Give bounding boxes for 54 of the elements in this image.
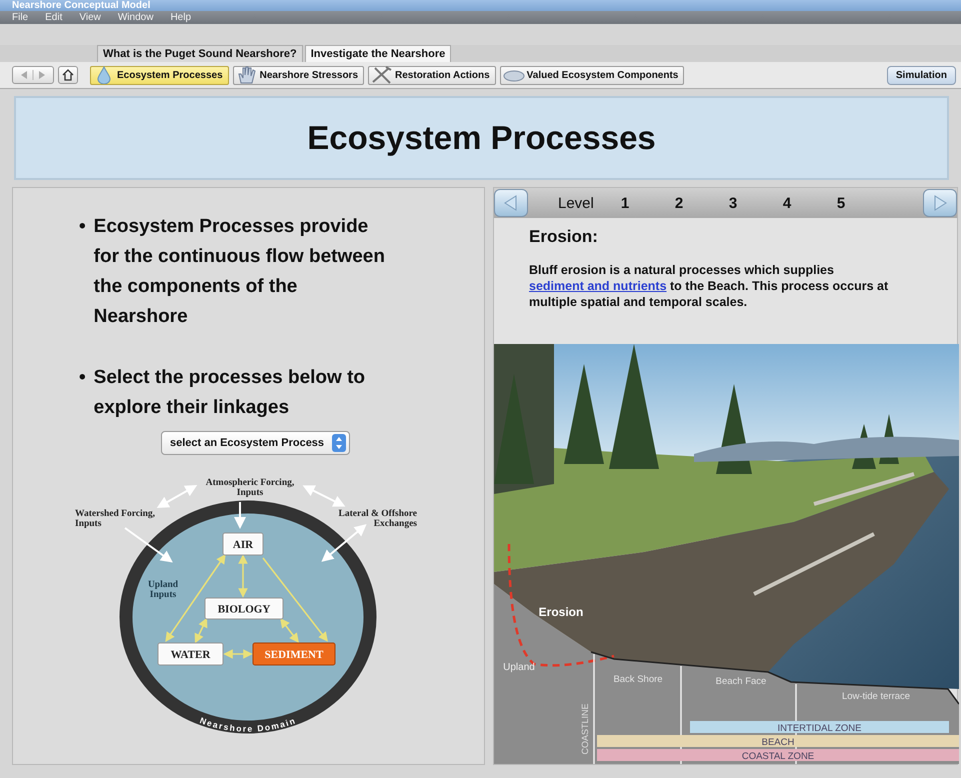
arrow — [238, 554, 248, 598]
arrow — [302, 485, 346, 507]
process-select[interactable]: select an Ecosystem Process — [160, 431, 350, 455]
upland-label: Upland — [503, 662, 535, 673]
zone-label: Beach Face — [716, 676, 766, 687]
sediment-link[interactable]: sediment and nutrients — [529, 279, 667, 293]
process-node[interactable]: BIOLOGY — [204, 598, 284, 620]
window-title: Nearshore Conceptual Model — [0, 0, 961, 11]
menu-item[interactable]: Window — [118, 12, 154, 23]
section-tab[interactable]: What is the Puget Sound Nearshore? — [97, 45, 303, 62]
topic-description: Bluff erosion is a natural processes which supplies sediment and nutrients to the Beach. This process occurs at multiple spatial and temporal scales. — [529, 262, 890, 310]
topic-tab[interactable]: Valued Ecosystem Components — [500, 66, 684, 84]
topic-tab[interactable]: Ecosystem Processes — [90, 66, 229, 84]
arrow — [234, 502, 246, 529]
menu-item[interactable]: View — [79, 12, 101, 23]
erosion-label: Erosion — [538, 605, 584, 619]
simulation-button[interactable]: Simulation — [886, 66, 956, 84]
zone-band: INTERTIDAL ZONE — [690, 721, 949, 734]
bullet-marker: • — [79, 366, 86, 390]
bullet-text: Ecosystem Processes provide for the continuous flow between the components of the Nearshore — [94, 215, 386, 329]
page-title: Ecosystem Processes — [307, 119, 656, 157]
crossed-tools-icon — [371, 66, 394, 84]
arrow — [223, 649, 253, 659]
previous-button[interactable] — [494, 189, 528, 217]
menu-item[interactable]: Edit — [45, 12, 62, 23]
stepper-icon — [332, 434, 346, 452]
process-node[interactable]: WATER — [158, 642, 224, 666]
process-node[interactable]: AIR — [222, 532, 264, 556]
topic-heading: Erosion: — [529, 227, 599, 247]
home-icon[interactable] — [58, 66, 78, 84]
level-label: Level — [558, 194, 594, 212]
level-number[interactable]: 2 — [674, 194, 729, 212]
bullet-text: Select the processes below to explore their linkages — [94, 366, 366, 420]
zone-band: COASTAL ZONE — [597, 749, 959, 762]
diagram-label: Atmospheric Forcing, Inputs — [206, 478, 294, 498]
diagram-label: Watershed Forcing, Inputs — [75, 509, 156, 529]
bullet-marker: • — [79, 215, 86, 239]
hand-icon — [236, 66, 258, 84]
zone-label: Low-tide terrace — [842, 691, 910, 702]
zone-band: BEACH — [597, 735, 959, 748]
diagram-label: Upland Inputs — [148, 580, 178, 600]
level-number[interactable]: 5 — [836, 194, 891, 212]
section-tab[interactable]: Investigate the Nearshore — [304, 45, 452, 62]
arrow — [156, 485, 198, 508]
coastline-label: COASTLINE — [580, 704, 590, 754]
menu-item[interactable]: Help — [170, 12, 192, 23]
level-number[interactable]: 1 — [620, 194, 675, 212]
topic-tab[interactable]: Restoration Actions — [368, 66, 496, 84]
diagram-label: Lateral & Offshore Exchanges — [338, 509, 417, 529]
zone-label: Back Shore — [613, 674, 663, 685]
level-number[interactable]: 3 — [728, 194, 783, 212]
topic-tab[interactable]: Nearshore Stressors — [232, 66, 364, 84]
next-button[interactable] — [923, 189, 957, 217]
level-number[interactable]: 4 — [782, 194, 837, 212]
